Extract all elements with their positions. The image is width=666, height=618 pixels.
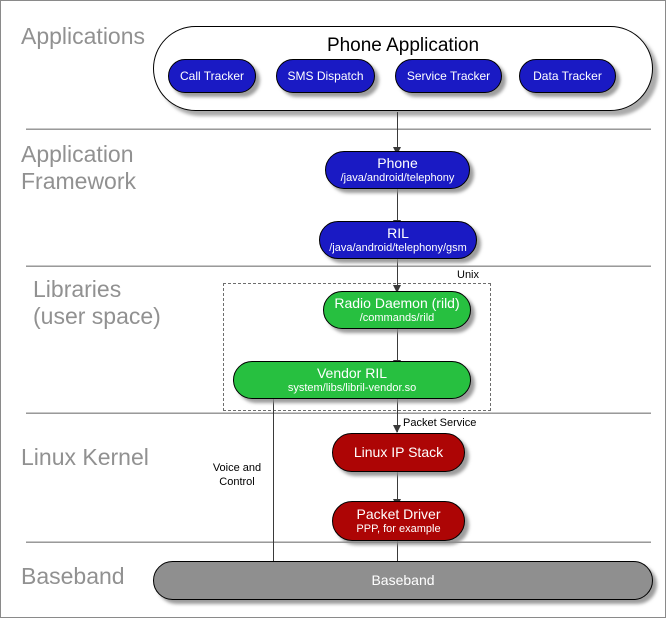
library-node-vendor-ril-title: Vendor RIL xyxy=(316,365,388,381)
connector-rild-to-vendor-ril xyxy=(397,329,398,363)
kernel-node-linux-ip-stack-title: Linux IP Stack xyxy=(353,444,444,460)
framework-node-ril-subtitle: /java/android/telephony/gsm xyxy=(329,242,467,254)
framework-node-phone-subtitle: /java/android/telephony xyxy=(340,172,455,184)
phone-application-title: Phone Application xyxy=(326,35,480,56)
kernel-node-packet-driver-subtitle: PPP, for example xyxy=(356,523,441,535)
edge-label-voice-and-control: Voice and Control xyxy=(212,462,262,488)
band-label-baseband: Baseband xyxy=(21,563,125,589)
band-label-applications: Applications xyxy=(21,23,146,49)
kernel-node-packet-driver[interactable]: Packet Driver PPP, for example xyxy=(332,501,465,541)
arrowhead-vendor-ril-to-ip-stack xyxy=(393,425,401,433)
app-node-sms-dispatch[interactable]: SMS Dispatch xyxy=(276,59,375,93)
band-label-application-framework: Application Framework xyxy=(21,141,137,194)
app-node-service-tracker-label: Service Tracker xyxy=(406,69,491,83)
app-node-service-tracker[interactable]: Service Tracker xyxy=(395,59,502,93)
app-node-call-tracker-label: Call Tracker xyxy=(179,69,244,83)
kernel-node-linux-ip-stack[interactable]: Linux IP Stack xyxy=(332,433,465,472)
library-node-vendor-ril-subtitle: system/libs/libril-vendor.so xyxy=(287,382,417,394)
connector-phone-to-ril xyxy=(397,189,398,223)
divider-framework-libraries xyxy=(26,265,651,267)
kernel-node-packet-driver-title: Packet Driver xyxy=(356,506,441,522)
app-node-data-tracker[interactable]: Data Tracker xyxy=(519,59,616,93)
library-node-vendor-ril[interactable]: Vendor RIL system/libs/libril-vendor.so xyxy=(233,361,471,399)
app-node-call-tracker[interactable]: Call Tracker xyxy=(168,59,256,93)
band-label-libraries: Libraries (user space) xyxy=(33,276,161,329)
edge-label-packet-service: Packet Service xyxy=(403,417,477,429)
unix-group-label: Unix xyxy=(457,269,480,281)
divider-applications-framework xyxy=(26,128,651,130)
library-node-radio-daemon[interactable]: Radio Daemon (rild) /commands/rild xyxy=(323,291,471,329)
app-node-data-tracker-label: Data Tracker xyxy=(533,69,602,83)
framework-node-ril-title: RIL xyxy=(387,225,409,241)
baseband-node-title: Baseband xyxy=(371,572,435,588)
connector-app-to-phone xyxy=(397,112,398,150)
band-label-linux-kernel: Linux Kernel xyxy=(21,444,149,470)
android-telephony-architecture-diagram: Applications Application Framework Libra… xyxy=(0,0,666,618)
connector-vendor-ril-to-baseband-voice xyxy=(273,399,274,569)
library-node-radio-daemon-title: Radio Daemon (rild) xyxy=(334,295,460,311)
framework-node-ril[interactable]: RIL /java/android/telephony/gsm xyxy=(319,221,477,259)
divider-kernel-baseband xyxy=(26,541,651,543)
framework-node-phone[interactable]: Phone /java/android/telephony xyxy=(325,151,470,189)
framework-node-phone-title: Phone xyxy=(377,155,418,171)
baseband-node[interactable]: Baseband xyxy=(153,561,653,600)
app-node-sms-dispatch-label: SMS Dispatch xyxy=(287,69,364,83)
library-node-radio-daemon-subtitle: /commands/rild xyxy=(359,312,435,324)
divider-libraries-kernel xyxy=(26,412,651,414)
